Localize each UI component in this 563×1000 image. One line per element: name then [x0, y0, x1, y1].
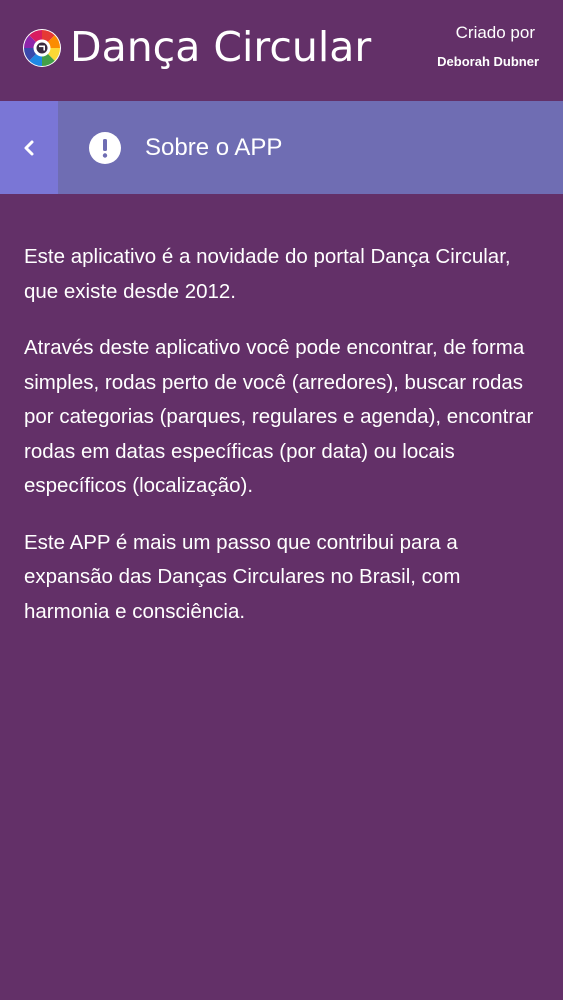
exclamation-circle-icon — [89, 132, 121, 164]
page-title-bar: Sobre o APP — [0, 101, 563, 194]
about-paragraph: Este APP é mais um passo que contribui p… — [24, 530, 461, 623]
about-paragraph: Através deste aplicativo você pode encon… — [24, 336, 534, 497]
credit-author-name: Deborah Dubner — [437, 54, 539, 69]
app-screen: Dança Circular Criado por Deborah Dubner… — [0, 0, 563, 1000]
app-header: Dança Circular Criado por Deborah Dubner — [0, 0, 563, 100]
about-content: Este aplicativo é a novidade do portal D… — [24, 240, 544, 651]
back-button[interactable] — [0, 101, 58, 194]
app-brand-title: Dança Circular — [70, 23, 372, 71]
credit-label: Criado por — [455, 23, 535, 42]
colorful-circle-logo-icon — [23, 29, 61, 67]
about-paragraph: Este aplicativo é a novidade do portal D… — [24, 245, 511, 303]
page-title: Sobre o APP — [145, 134, 283, 161]
chevron-left-icon — [24, 140, 34, 155]
